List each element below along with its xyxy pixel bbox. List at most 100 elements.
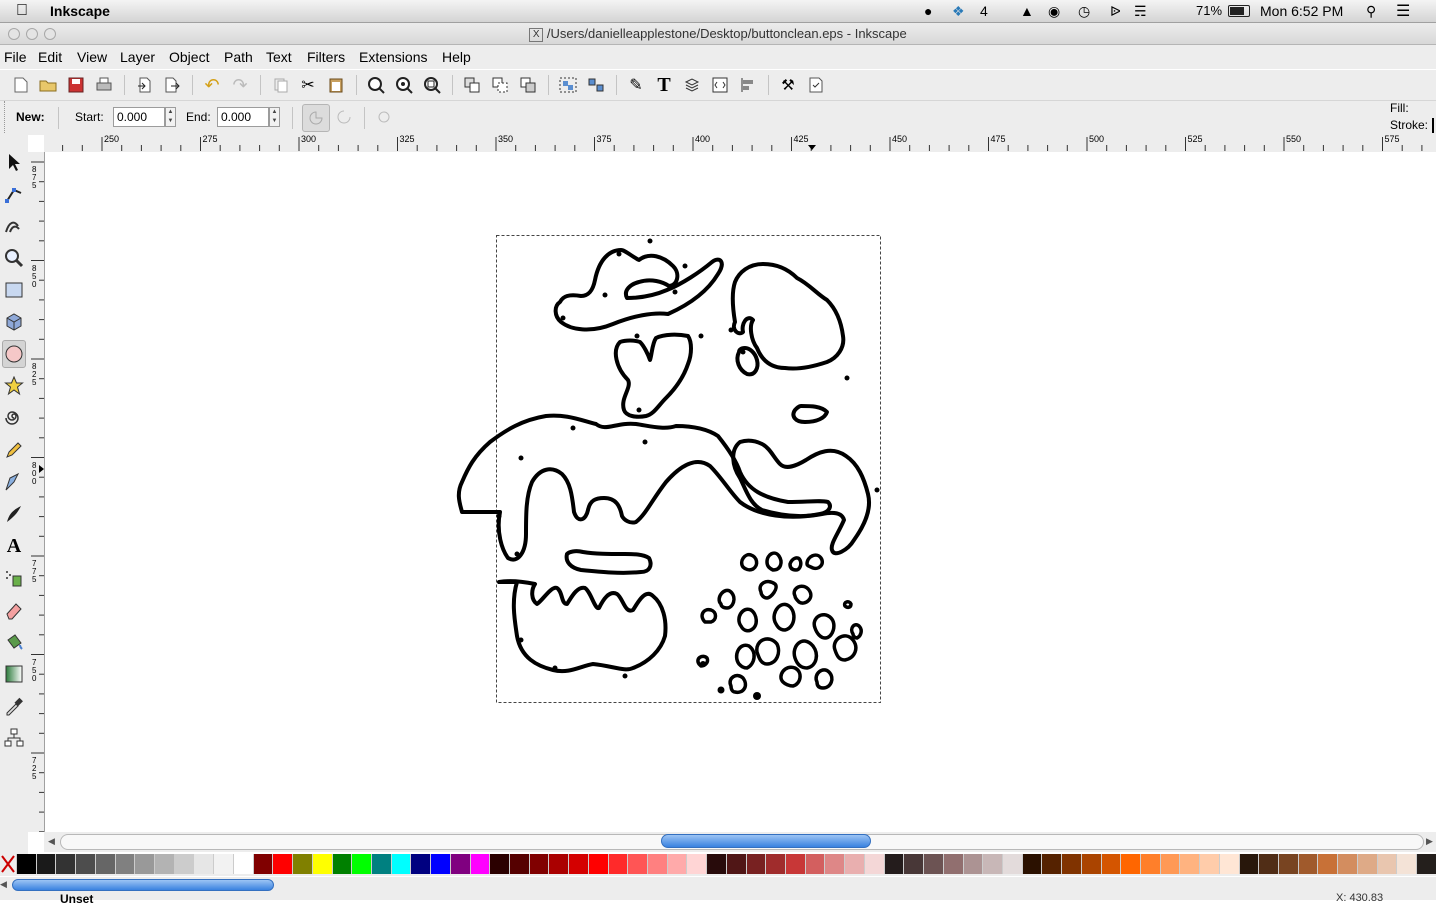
zoom-tool-icon[interactable] xyxy=(2,244,26,272)
palette-swatch[interactable] xyxy=(1259,854,1279,874)
align-distribute-icon[interactable] xyxy=(737,74,759,96)
palette-swatch[interactable] xyxy=(1081,854,1102,874)
palette-swatch[interactable] xyxy=(904,854,925,874)
paste-icon[interactable] xyxy=(325,74,347,96)
palette-swatch[interactable] xyxy=(1121,854,1141,874)
clone-icon[interactable] xyxy=(489,74,511,96)
palette-swatch[interactable] xyxy=(943,854,964,874)
make-whole-button[interactable] xyxy=(374,107,394,127)
notification-center-icon[interactable]: ☰ xyxy=(1396,1,1410,21)
menu-file[interactable]: File xyxy=(4,49,27,65)
palette-swatch[interactable] xyxy=(214,854,234,874)
toolbar-handle[interactable] xyxy=(0,101,5,135)
document-properties-icon[interactable] xyxy=(805,74,827,96)
wifi-icon[interactable]: ☴ xyxy=(1134,3,1147,20)
palette-swatch[interactable] xyxy=(608,854,629,874)
tweak-tool-icon[interactable] xyxy=(2,212,26,240)
palette-swatch[interactable] xyxy=(825,854,846,874)
palette-swatch[interactable] xyxy=(1219,854,1240,874)
menu-object[interactable]: Object xyxy=(169,49,209,65)
pencil-tool-icon[interactable] xyxy=(2,436,26,464)
palette-swatch[interactable] xyxy=(352,854,372,874)
adobe-icon[interactable]: 4 xyxy=(980,3,988,19)
palette-swatch[interactable] xyxy=(983,854,1003,874)
calligraphy-tool-icon[interactable] xyxy=(2,500,26,528)
import-icon[interactable] xyxy=(134,74,156,96)
palette-swatch[interactable] xyxy=(549,854,570,874)
3d-box-tool-icon[interactable] xyxy=(2,308,26,336)
spiral-tool-icon[interactable] xyxy=(2,404,26,432)
palette-scroll-thumb[interactable] xyxy=(12,879,274,891)
menu-text[interactable]: Text xyxy=(266,49,292,65)
closed-arc-toggle[interactable] xyxy=(302,104,330,132)
palette-swatch[interactable] xyxy=(509,854,530,874)
palette-swatch[interactable] xyxy=(1101,854,1122,874)
palette-swatch[interactable] xyxy=(529,854,550,874)
palette-swatch[interactable] xyxy=(17,854,37,874)
connector-tool-icon[interactable] xyxy=(2,724,26,752)
zoom-drawing-icon[interactable] xyxy=(393,74,415,96)
palette-swatch[interactable] xyxy=(766,854,787,874)
apple-logo-icon[interactable]:  xyxy=(16,2,28,20)
star-tool-icon[interactable] xyxy=(2,372,26,400)
menu-extensions[interactable]: Extensions xyxy=(359,49,427,65)
palette-swatch[interactable] xyxy=(628,854,648,874)
palette-swatch[interactable] xyxy=(1180,854,1201,874)
open-icon[interactable] xyxy=(37,74,59,96)
palette-swatch[interactable] xyxy=(174,854,195,874)
palette-swatch[interactable] xyxy=(1022,854,1043,874)
ungroup-icon[interactable] xyxy=(585,74,607,96)
battery-percent[interactable]: 71% xyxy=(1196,3,1222,18)
palette-swatch[interactable] xyxy=(1357,854,1378,874)
palette-swatch[interactable] xyxy=(924,854,944,874)
palette-swatch[interactable] xyxy=(1200,854,1220,874)
redo-icon[interactable]: ↷ xyxy=(229,74,251,96)
palette-swatch[interactable] xyxy=(56,854,77,874)
palette-swatch[interactable] xyxy=(312,854,333,874)
palette-swatch[interactable] xyxy=(233,854,254,874)
rectangle-tool-icon[interactable] xyxy=(2,276,26,304)
palette-swatch[interactable] xyxy=(1160,854,1181,874)
palette-swatch[interactable] xyxy=(786,854,806,874)
preferences-icon[interactable]: ⚒ xyxy=(777,74,799,96)
end-angle-stepper[interactable]: ▲ ▼ xyxy=(269,107,280,127)
cut-icon[interactable]: ✂ xyxy=(297,74,319,96)
palette-swatch[interactable] xyxy=(1338,854,1358,874)
palette-swatch[interactable] xyxy=(293,854,313,874)
palette-swatch[interactable] xyxy=(371,854,392,874)
clock[interactable]: Mon 6:52 PM xyxy=(1260,3,1343,19)
sync-icon[interactable]: ◉ xyxy=(1048,3,1060,20)
palette-swatch[interactable] xyxy=(707,854,727,874)
menu-layer[interactable]: Layer xyxy=(120,49,155,65)
palette-swatch[interactable] xyxy=(95,854,116,874)
text-font-icon[interactable]: T xyxy=(653,74,675,96)
palette-swatch[interactable] xyxy=(490,854,510,874)
dropper-tool-icon[interactable] xyxy=(2,692,26,720)
no-paint-swatch-icon[interactable] xyxy=(0,854,17,874)
evernote-icon[interactable]: ● xyxy=(924,3,932,19)
palette-swatch[interactable] xyxy=(746,854,767,874)
text-tool-icon[interactable]: A xyxy=(2,532,26,560)
pen-tool-icon[interactable] xyxy=(2,468,26,496)
palette-swatch[interactable] xyxy=(726,854,747,874)
palette-swatch[interactable] xyxy=(805,854,826,874)
vertical-ruler[interactable]: 875 850 825 800 775 750 725 xyxy=(28,152,45,832)
print-icon[interactable] xyxy=(93,74,115,96)
menu-path[interactable]: Path xyxy=(224,49,253,65)
selector-tool-icon[interactable] xyxy=(2,148,26,176)
scroll-right-arrow-icon[interactable]: ▶ xyxy=(1426,836,1433,847)
palette-swatch[interactable] xyxy=(963,854,984,874)
stroke-indicator[interactable] xyxy=(1432,118,1434,133)
menu-help[interactable]: Help xyxy=(442,49,471,65)
palette-swatch[interactable] xyxy=(1042,854,1063,874)
palette-swatch[interactable] xyxy=(1397,854,1418,874)
palette-swatch[interactable] xyxy=(411,854,432,874)
palette-swatch[interactable] xyxy=(667,854,688,874)
menu-filters[interactable]: Filters xyxy=(307,49,345,65)
copy-icon[interactable] xyxy=(270,74,292,96)
palette-swatch[interactable] xyxy=(1002,854,1023,874)
palette-swatch[interactable] xyxy=(1298,854,1319,874)
export-icon[interactable] xyxy=(161,74,183,96)
horizontal-scrollbar[interactable]: ◀ ▶ xyxy=(44,832,1436,852)
palette-swatch[interactable] xyxy=(253,854,274,874)
